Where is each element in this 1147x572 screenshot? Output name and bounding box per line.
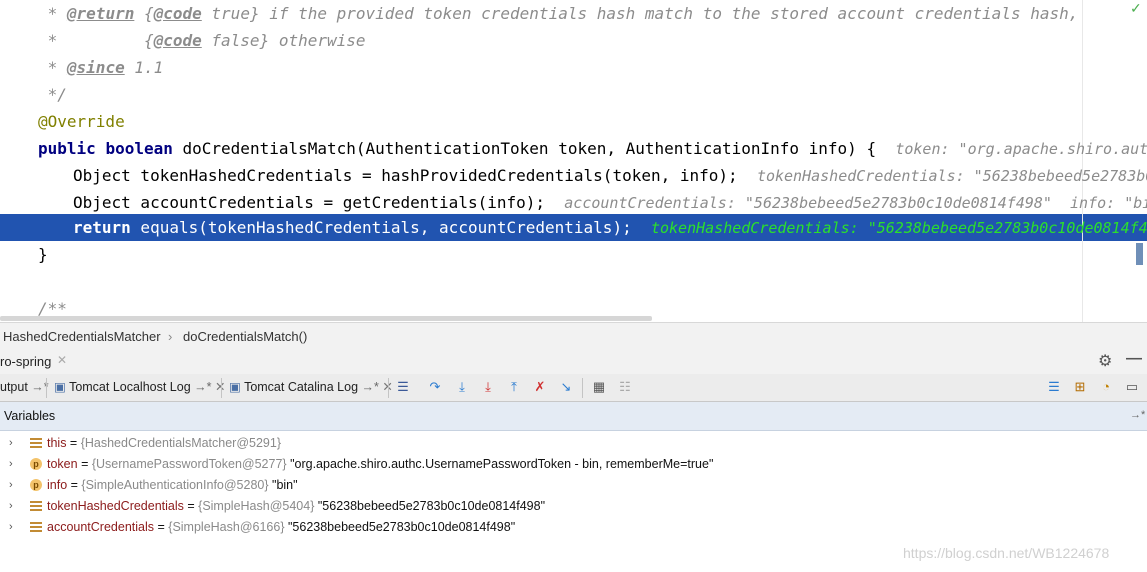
trace-icon[interactable]: ☷ <box>617 379 633 395</box>
variable-row[interactable]: › this = {HashedCredentialsMatcher@5291} <box>0 433 1147 454</box>
override-annotation: @Override <box>38 112 125 131</box>
breadcrumb-separator: › <box>168 329 173 344</box>
code-editor[interactable]: ✓ * @return {@code true} if the provided… <box>0 0 1147 322</box>
gear-icon[interactable]: ⚙ <box>1098 351 1112 371</box>
variable-row[interactable]: › tokenHashedCredentials = {SimpleHash@5… <box>0 496 1147 517</box>
force-step-into-icon[interactable]: ⤓ <box>480 379 496 395</box>
tab-divider <box>221 378 222 398</box>
toolbar-divider <box>582 378 583 398</box>
expand-chevron-icon[interactable]: › <box>9 454 13 475</box>
expand-chevron-icon[interactable]: › <box>9 433 13 454</box>
field-icon <box>30 501 42 512</box>
inline-debug-hint: accountCredentials: "56238bebeed5e2783b0… <box>564 194 1147 212</box>
drop-frame-icon[interactable]: ✗ <box>532 379 548 395</box>
layout-settings-icon[interactable]: ▭ <box>1124 379 1140 395</box>
inspection-ok-icon[interactable]: ✓ <box>1130 0 1142 17</box>
variable-row[interactable]: › p info = {SimpleAuthenticationInfo@528… <box>0 475 1147 496</box>
log-icon: ▣ <box>229 380 241 394</box>
javadoc-end-line: */ <box>38 85 67 104</box>
breadcrumb: HashedCredentialsMatcher › doCredentials… <box>0 322 1147 350</box>
method-close-brace: } <box>38 245 48 264</box>
close-session-icon[interactable]: ✕ <box>57 353 67 367</box>
variables-panel-header: Variables →* <box>0 402 1147 431</box>
pin-icon[interactable]: →* <box>1130 409 1145 421</box>
javadoc-since-line: * @since 1.1 <box>38 58 164 77</box>
scrollbar-marker[interactable] <box>1136 243 1143 265</box>
tab-divider <box>46 378 47 398</box>
token-hashed-line: Object tokenHashedCredentials = hashProv… <box>73 162 1147 189</box>
expand-chevron-icon[interactable]: › <box>9 496 13 517</box>
tab-tomcat-localhost-log[interactable]: ▣ Tomcat Localhost Log →* ✕ <box>50 376 230 398</box>
variable-row[interactable]: › accountCredentials = {SimpleHash@6166}… <box>0 517 1147 538</box>
parameter-icon: p <box>30 458 42 470</box>
memory-view-icon[interactable]: ⊞ <box>1072 379 1088 395</box>
minimize-icon[interactable]: — <box>1126 350 1142 368</box>
javadoc-otherwise-line: * {@code false} otherwise <box>38 31 366 50</box>
evaluate-expression-icon[interactable]: ▦ <box>591 379 607 395</box>
inline-debug-hint: tokenHashedCredentials: "56238bebeed5e27… <box>756 167 1147 185</box>
tab-divider <box>388 378 389 398</box>
parameter-icon: p <box>30 479 42 491</box>
inline-debug-hint: token: "org.apache.shiro.authc.Us <box>895 140 1147 158</box>
field-icon <box>30 522 42 533</box>
debug-tool-window-header: ro-spring ✕ ⚙ — <box>0 349 1147 375</box>
breadcrumb-method[interactable]: doCredentialsMatch() <box>183 329 307 344</box>
inline-debug-hint-current: tokenHashedCredentials: "56238bebeed5e27… <box>650 219 1147 237</box>
restore-layout-icon[interactable]: ☰ <box>1046 379 1062 395</box>
debug-tabs-toolbar: utput →* ▣ Tomcat Localhost Log →* ✕ ▣ T… <box>0 374 1147 402</box>
show-execution-point-icon[interactable]: ☰ <box>395 379 411 395</box>
debug-session-tab[interactable]: ro-spring <box>0 354 51 369</box>
field-icon <box>30 438 42 449</box>
mute-breakpoints-icon[interactable]: ◔ <box>1098 379 1114 395</box>
variables-title: Variables <box>4 409 56 423</box>
javadoc-return-line: * @return {@code true} if the provided t… <box>38 4 1079 23</box>
variable-row[interactable]: › p token = {UsernamePasswordToken@5277}… <box>0 454 1147 475</box>
log-icon: ▣ <box>54 380 66 394</box>
tab-tomcat-catalina-log[interactable]: ▣ Tomcat Catalina Log →* ✕ <box>225 376 397 398</box>
run-to-cursor-icon[interactable]: ↘ <box>558 379 574 395</box>
method-signature-line: public boolean doCredentialsMatch(Authen… <box>38 135 1147 162</box>
tab-output[interactable]: utput →* <box>0 376 53 398</box>
breadcrumb-class[interactable]: HashedCredentialsMatcher <box>3 329 161 344</box>
watermark: https://blog.csdn.net/WB1224678 <box>903 545 1110 561</box>
step-into-icon[interactable]: ⤓ <box>454 379 470 395</box>
horizontal-scrollbar[interactable] <box>0 316 652 321</box>
account-credentials-line: Object accountCredentials = getCredentia… <box>73 189 1147 216</box>
expand-chevron-icon[interactable]: › <box>9 475 13 496</box>
step-over-icon[interactable]: ↷ <box>427 379 443 395</box>
return-line-current: return equals(tokenHashedCredentials, ac… <box>73 214 1147 241</box>
step-out-icon[interactable]: ⤒ <box>506 379 522 395</box>
expand-chevron-icon[interactable]: › <box>9 517 13 538</box>
